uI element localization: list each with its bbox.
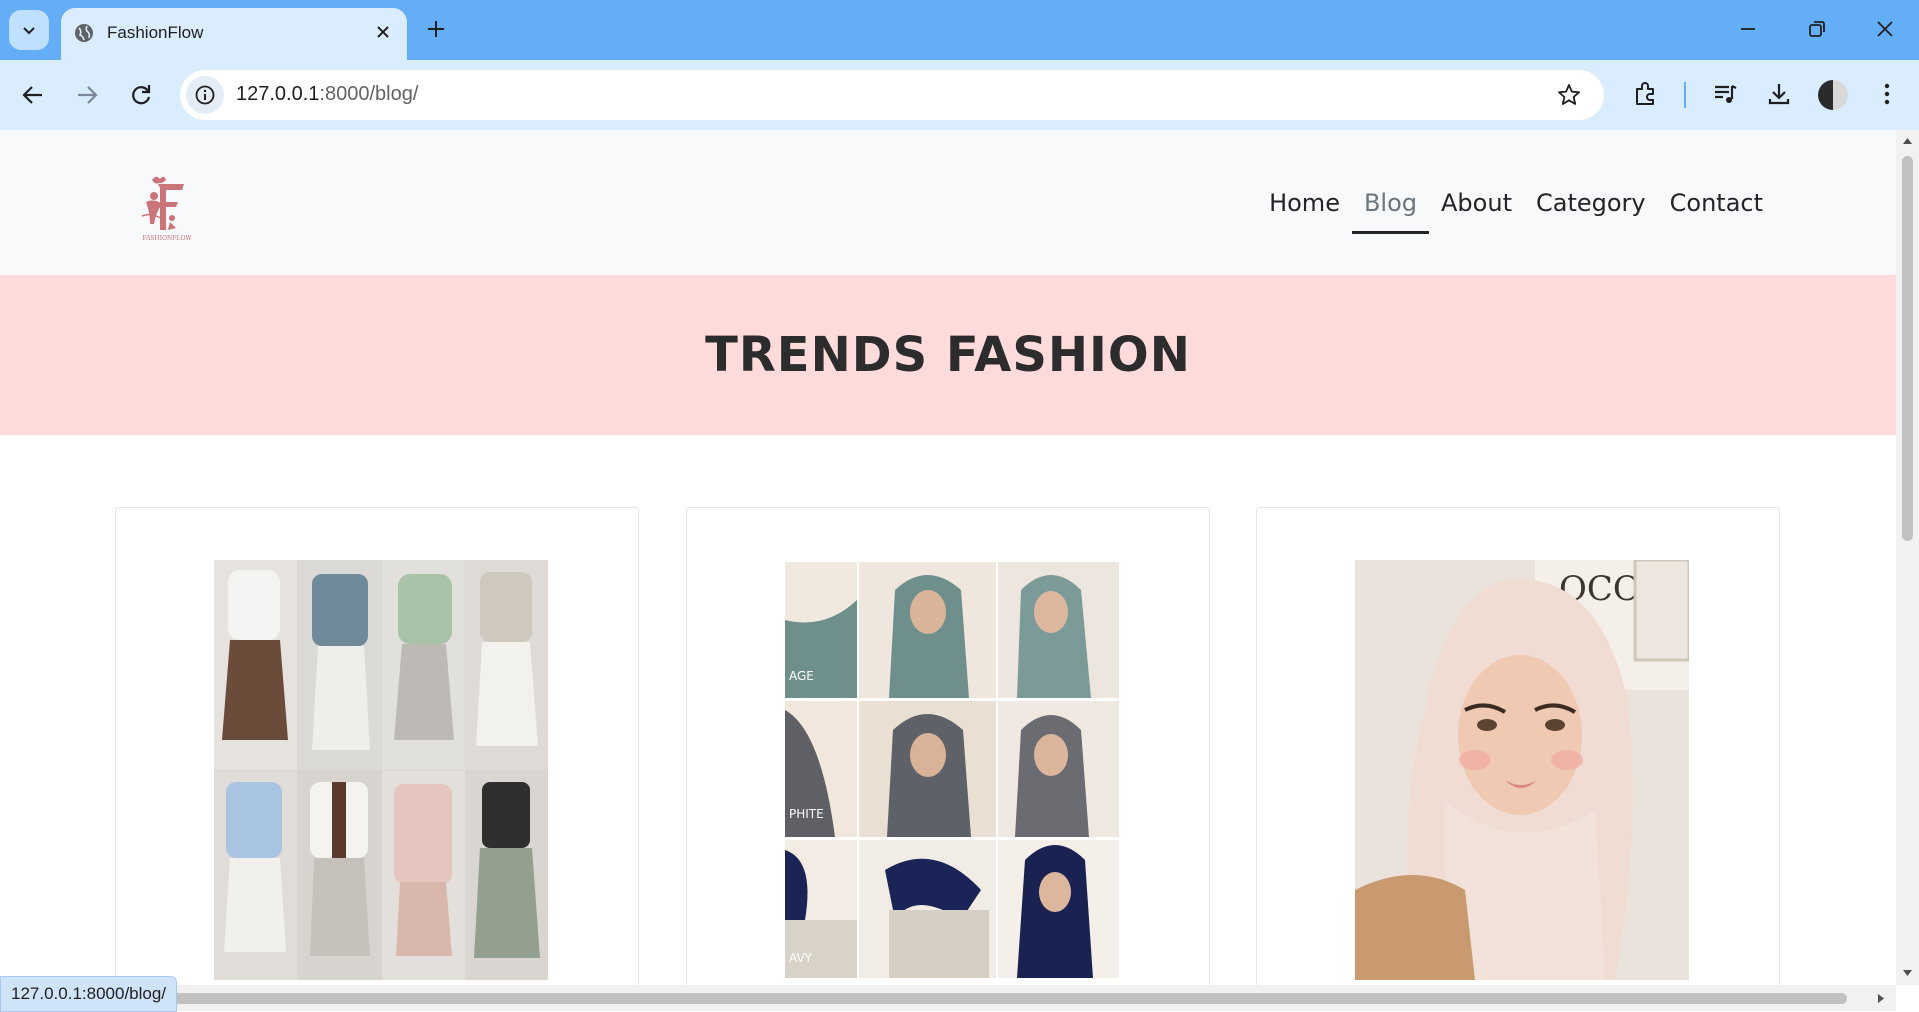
hero-title: TRENDS FASHION [705, 327, 1191, 383]
forward-icon[interactable] [74, 82, 100, 108]
page-viewport: FASHIONFLOW Home Blog About Category Con… [0, 130, 1896, 985]
vertical-scrollbar[interactable] [1896, 130, 1919, 985]
new-tab-icon[interactable] [425, 18, 447, 40]
nav-category[interactable]: Category [1524, 188, 1658, 234]
scroll-right-icon[interactable] [1876, 993, 1886, 1004]
restore-icon[interactable] [1806, 18, 1828, 40]
media-icon[interactable] [1711, 80, 1739, 108]
browser-toolbar: 127.0.0.1:8000/blog/ [0, 60, 1919, 130]
hijab-selfie-portrait-image[interactable]: OCO [1355, 560, 1689, 980]
logo-text: FASHIONFLOW [142, 235, 192, 242]
swatch-label: AGE [789, 669, 814, 683]
blog-card[interactable] [115, 507, 639, 985]
close-icon[interactable] [373, 22, 393, 42]
nav-blog[interactable]: Blog [1351, 188, 1430, 234]
vertical-scroll-thumb[interactable] [1902, 156, 1913, 541]
globe-icon [75, 24, 93, 42]
hero-banner: TRENDS FASHION [0, 275, 1896, 435]
download-icon[interactable] [1765, 80, 1793, 108]
link-status-bubble: 127.0.0.1:8000/blog/ [0, 976, 178, 1012]
hijab-color-swatches-image[interactable]: AGE PHITE AVY [785, 560, 1119, 980]
swatch-label: PHITE [789, 807, 824, 821]
toolbar-separator [1684, 82, 1686, 108]
fashionflow-logo[interactable]: FASHIONFLOW [132, 172, 202, 242]
horizontal-scrollbar[interactable] [0, 985, 1896, 1011]
extensions-icon[interactable] [1632, 80, 1660, 108]
site-info-button[interactable] [186, 76, 224, 114]
url-host: 127.0.0.1 [236, 83, 320, 105]
browser-tab-strip: FashionFlow [0, 0, 1919, 60]
modest-outfit-collage-image[interactable] [214, 560, 548, 980]
blog-card[interactable]: AGE PHITE AVY [686, 507, 1210, 985]
scroll-down-icon[interactable] [1902, 968, 1913, 978]
active-tab[interactable]: FashionFlow [61, 8, 407, 60]
tab-title: FashionFlow [107, 23, 204, 42]
minimize-icon[interactable] [1737, 18, 1759, 40]
main-nav: Home Blog About Category Contact [1257, 188, 1775, 234]
url-text[interactable]: 127.0.0.1:8000/blog/ [236, 83, 418, 106]
back-icon[interactable] [20, 82, 46, 108]
chevron-down-icon [23, 27, 35, 35]
menu-icon[interactable] [1874, 80, 1900, 108]
info-icon [195, 85, 215, 105]
address-bar[interactable]: 127.0.0.1:8000/blog/ [180, 70, 1604, 120]
profile-avatar[interactable] [1818, 80, 1848, 110]
nav-home[interactable]: Home [1257, 188, 1352, 234]
scroll-up-icon[interactable] [1902, 136, 1913, 146]
reload-icon[interactable] [128, 82, 154, 108]
star-icon[interactable] [1556, 82, 1582, 108]
window-close-icon[interactable] [1874, 18, 1896, 40]
nav-about[interactable]: About [1429, 188, 1524, 234]
nav-contact[interactable]: Contact [1658, 188, 1775, 234]
horizontal-scroll-thumb[interactable] [0, 993, 1847, 1004]
swatch-label: AVY [789, 951, 813, 965]
site-header: FASHIONFLOW Home Blog About Category Con… [0, 130, 1896, 275]
blog-card[interactable]: OCO [1256, 507, 1780, 985]
url-path: :8000/blog/ [319, 83, 419, 105]
tab-search-button[interactable] [9, 10, 49, 50]
